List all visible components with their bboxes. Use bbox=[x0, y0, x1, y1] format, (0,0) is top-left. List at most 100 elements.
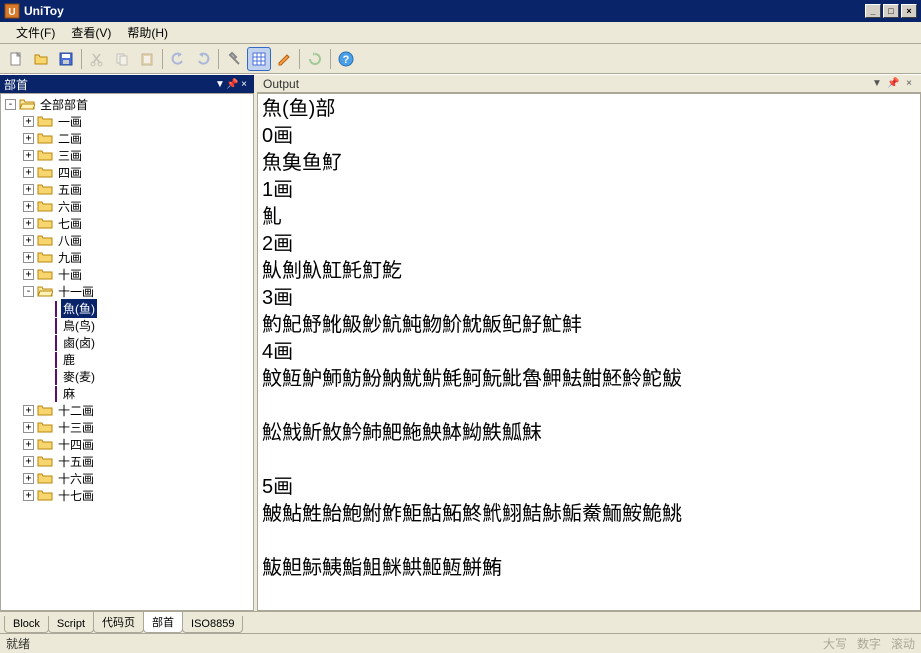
expander-icon[interactable]: + bbox=[23, 269, 34, 280]
menu-help[interactable]: 帮助(H) bbox=[119, 22, 176, 43]
panel-close-button[interactable]: × bbox=[238, 79, 250, 90]
expander-icon[interactable]: + bbox=[23, 422, 34, 433]
tree-stroke-item[interactable]: +九画 bbox=[1, 249, 253, 266]
tab-script[interactable]: Script bbox=[48, 616, 94, 633]
tree-radical-item[interactable]: 魚(鱼) bbox=[1, 300, 253, 317]
menu-bar: 文件(F) 查看(V) 帮助(H) bbox=[0, 22, 921, 44]
title-bar: U UniToy _ □ × bbox=[0, 0, 921, 22]
tab-代码页[interactable]: 代码页 bbox=[93, 612, 144, 633]
tree-stroke-item[interactable]: +十七画 bbox=[1, 487, 253, 504]
expander-icon[interactable]: + bbox=[23, 405, 34, 416]
tree-stroke-item[interactable]: +二画 bbox=[1, 130, 253, 147]
output-pin-button[interactable]: 📌 bbox=[887, 78, 899, 89]
expander-icon[interactable]: + bbox=[23, 252, 34, 263]
menu-view[interactable]: 查看(V) bbox=[63, 22, 119, 43]
folder-icon bbox=[37, 267, 53, 280]
expander-icon[interactable]: + bbox=[23, 167, 34, 178]
expander-icon[interactable]: - bbox=[5, 99, 16, 110]
expander-icon bbox=[41, 371, 52, 382]
tree-stroke-item[interactable]: +六画 bbox=[1, 198, 253, 215]
output-line: 魚(鱼)部 bbox=[262, 96, 916, 123]
expander-icon[interactable]: + bbox=[23, 150, 34, 161]
tree-stroke-item[interactable]: -十一画 bbox=[1, 283, 253, 300]
expander-icon[interactable]: + bbox=[23, 439, 34, 450]
expander-icon[interactable]: + bbox=[23, 116, 34, 127]
undo-button[interactable] bbox=[166, 47, 190, 71]
tree-stroke-item[interactable]: +八画 bbox=[1, 232, 253, 249]
tree-root[interactable]: -全部部首 bbox=[1, 96, 253, 113]
tree-stroke-item[interactable]: +十五画 bbox=[1, 453, 253, 470]
tree-radical-item[interactable]: 鹿 bbox=[1, 351, 253, 368]
expander-icon[interactable]: + bbox=[23, 235, 34, 246]
tree-stroke-item[interactable]: +五画 bbox=[1, 181, 253, 198]
output-close-button[interactable]: × bbox=[903, 78, 915, 89]
output-dropdown-button[interactable]: ▼ bbox=[871, 78, 883, 89]
output-line: 4画 bbox=[262, 339, 916, 366]
status-caps: 大写 bbox=[823, 635, 847, 652]
output-area[interactable]: 魚(鱼)部0画魚𩵋鱼𩵌1画䰲2画魜魝魞魟魠𩵍𩵎𩵏𩵐𩵑𩵒䰳䰴𩵓3画魡魢魣魤魥魦魧魨… bbox=[257, 93, 921, 611]
panel-pin-button[interactable]: 📌 bbox=[226, 79, 238, 90]
tree-stroke-item[interactable]: +三画 bbox=[1, 147, 253, 164]
tree-radical-item[interactable]: 麻 bbox=[1, 385, 253, 402]
paste-button[interactable] bbox=[135, 47, 159, 71]
tree-radical-item[interactable]: 麥(麦) bbox=[1, 368, 253, 385]
maximize-button[interactable]: □ bbox=[883, 4, 899, 18]
cut-button[interactable] bbox=[85, 47, 109, 71]
diamond-icon bbox=[55, 352, 57, 368]
folder-icon bbox=[37, 284, 53, 297]
output-line: 䰲 bbox=[262, 204, 916, 231]
output-line: 5画 bbox=[262, 474, 916, 501]
close-button[interactable]: × bbox=[901, 4, 917, 18]
save-button[interactable] bbox=[54, 47, 78, 71]
radical-tree[interactable]: -全部部首+一画+二画+三画+四画+五画+六画+七画+八画+九画+十画-十一画魚… bbox=[0, 93, 254, 611]
tree-stroke-item[interactable]: +七画 bbox=[1, 215, 253, 232]
expander-icon[interactable]: - bbox=[23, 286, 34, 297]
expander-icon[interactable]: + bbox=[23, 473, 34, 484]
tab-iso8859[interactable]: ISO8859 bbox=[182, 616, 243, 633]
menu-file[interactable]: 文件(F) bbox=[8, 22, 63, 43]
tab-部首[interactable]: 部首 bbox=[143, 612, 183, 633]
right-panel-title: Output bbox=[263, 77, 299, 91]
diamond-icon bbox=[55, 335, 57, 351]
new-file-button[interactable] bbox=[4, 47, 28, 71]
expander-icon bbox=[41, 388, 52, 399]
open-folder-button[interactable] bbox=[29, 47, 53, 71]
expander-icon[interactable]: + bbox=[23, 218, 34, 229]
expander-icon[interactable]: + bbox=[23, 184, 34, 195]
tools-button[interactable] bbox=[222, 47, 246, 71]
status-num: 数字 bbox=[857, 635, 881, 652]
expander-icon bbox=[41, 320, 52, 331]
tree-stroke-item[interactable]: +十六画 bbox=[1, 470, 253, 487]
expander-icon bbox=[41, 303, 52, 314]
edit-button[interactable] bbox=[272, 47, 296, 71]
status-bar: 就绪 大写 数字 滚动 bbox=[0, 633, 921, 653]
tree-stroke-item[interactable]: +十二画 bbox=[1, 402, 253, 419]
right-panel-header: Output ▼ 📌 × bbox=[257, 75, 921, 93]
tree-stroke-item[interactable]: +一画 bbox=[1, 113, 253, 130]
output-line: 1画 bbox=[262, 177, 916, 204]
tree-stroke-item[interactable]: +十画 bbox=[1, 266, 253, 283]
tree-radical-item[interactable]: 鹵(卤) bbox=[1, 334, 253, 351]
tree-stroke-item[interactable]: +四画 bbox=[1, 164, 253, 181]
tree-stroke-item[interactable]: +十四画 bbox=[1, 436, 253, 453]
expander-icon[interactable]: + bbox=[23, 133, 34, 144]
copy-button[interactable] bbox=[110, 47, 134, 71]
help-icon-button[interactable]: ? bbox=[334, 47, 358, 71]
folder-icon bbox=[37, 250, 53, 263]
window-title: UniToy bbox=[24, 4, 64, 18]
redo-button[interactable] bbox=[191, 47, 215, 71]
refresh-button[interactable] bbox=[303, 47, 327, 71]
expander-icon[interactable]: + bbox=[23, 490, 34, 501]
output-line: 𩵼𩵽䱇䱈𩵾鮧鮨䱉䱊䱋𩵿𩶀䱌䱍鮩𩶁鮪𩶂𩶃𩶄 bbox=[262, 555, 916, 582]
tab-block[interactable]: Block bbox=[4, 616, 49, 633]
expander-icon[interactable]: + bbox=[23, 456, 34, 467]
tree-stroke-item[interactable]: +十三画 bbox=[1, 419, 253, 436]
expander-icon[interactable]: + bbox=[23, 201, 34, 212]
grid-view-button[interactable] bbox=[247, 47, 271, 71]
panel-dropdown-button[interactable]: ▼ bbox=[214, 79, 226, 90]
output-line: 鮍鮎鮏鮐鮑鮒鮓鮔鮕鮖鮗鮘鮙鮚鮛鮜鮝鮞鮟鮠鮡 bbox=[262, 501, 916, 528]
output-line: 𩵮𩵯𩵰𩵱𩵲𩵳𩵴𩵵𩵶䱆鮢鮣𩵷𩵸𩵹鮤鮥鮦𩵺𩵻 bbox=[262, 528, 916, 555]
minimize-button[interactable]: _ bbox=[865, 4, 881, 18]
tree-radical-item[interactable]: 鳥(鸟) bbox=[1, 317, 253, 334]
folder-icon bbox=[37, 216, 53, 229]
